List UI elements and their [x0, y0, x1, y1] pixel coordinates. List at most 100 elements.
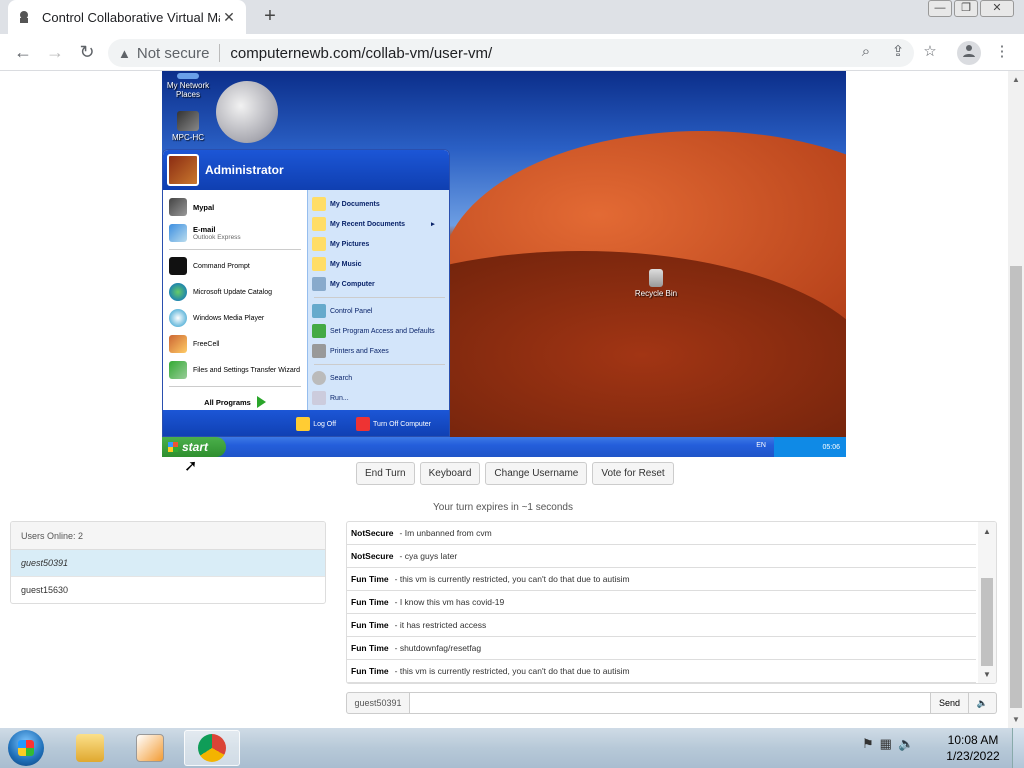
- bookmark-star-icon[interactable]: ☆: [918, 40, 942, 64]
- desktop-icon-label: My Network Places: [166, 81, 210, 99]
- menu-separator: [169, 386, 301, 387]
- media-player-icon: [136, 734, 164, 762]
- recycle-bin-icon: [649, 269, 663, 287]
- vm-controls: End Turn Keyboard Change Username Vote f…: [356, 462, 674, 485]
- start-menu-left-column: Mypal E-mail Outlook Express Command Prom…: [163, 190, 307, 410]
- clock-time: 10:08 AM: [947, 733, 999, 747]
- minimize-button[interactable]: —: [928, 0, 952, 17]
- turn-off-button[interactable]: Turn Off Computer: [356, 417, 441, 431]
- address-toolbar: ← → ↻ ▲ Not secure computernewb.com/coll…: [0, 34, 1024, 71]
- scroll-up-icon[interactable]: ▲: [1012, 75, 1020, 84]
- chat-message: Fun Time - I know this vm has covid-19: [347, 591, 976, 614]
- start-item-media-player[interactable]: Windows Media Player: [163, 305, 307, 331]
- start-item-my-computer[interactable]: My Computer: [308, 274, 449, 294]
- windows-logo-icon: [18, 740, 34, 756]
- keyboard-button[interactable]: Keyboard: [419, 462, 481, 485]
- log-off-button[interactable]: Log Off: [296, 417, 346, 431]
- start-menu-right-column: My Documents My Recent Documents ▸ My Pic…: [307, 190, 449, 410]
- network-icon[interactable]: ▦: [880, 736, 892, 752]
- desktop-icon-label: Recycle Bin: [634, 289, 678, 298]
- command-prompt-icon: [169, 257, 187, 275]
- system-clock[interactable]: 10:08 AM 1/23/2022: [942, 732, 1004, 764]
- chat-input[interactable]: [410, 692, 931, 714]
- start-item-label: My Recent Documents: [330, 220, 406, 228]
- show-desktop-button[interactable]: [1012, 728, 1024, 768]
- start-item-my-documents[interactable]: My Documents: [308, 194, 449, 214]
- chat-panel: NotSecure - Im unbanned from cvm NotSecur…: [346, 521, 997, 684]
- globe-icon: [169, 283, 187, 301]
- speaker-icon[interactable]: 🔈: [898, 736, 914, 752]
- chat-scroll-thumb[interactable]: [981, 578, 993, 666]
- transfer-wizard-icon: [169, 361, 187, 379]
- start-item-label: Control Panel: [330, 307, 373, 315]
- run-icon: [312, 391, 326, 405]
- chat-user: Fun Time: [351, 620, 389, 630]
- start-item-label: My Computer: [330, 280, 375, 288]
- xp-system-tray: 05:06: [774, 437, 846, 457]
- menu-separator: [169, 249, 301, 250]
- all-programs-label: All Programs: [204, 397, 251, 407]
- start-item-mypal[interactable]: Mypal: [163, 194, 307, 220]
- forward-button[interactable]: →: [42, 40, 68, 66]
- reload-button[interactable]: ↻: [74, 40, 100, 66]
- volume-icon[interactable]: 🔈: [969, 692, 997, 714]
- start-item-label: Set Program Access and Defaults: [330, 327, 435, 335]
- start-item-freecell[interactable]: FreeCell: [163, 331, 307, 357]
- start-item-my-music[interactable]: My Music: [308, 254, 449, 274]
- user-list-item[interactable]: guest50391: [11, 550, 325, 577]
- scroll-down-icon[interactable]: ▼: [983, 670, 991, 679]
- taskbar-app-file-explorer[interactable]: [62, 730, 118, 766]
- start-item-label: Printers and Faxes: [330, 347, 389, 355]
- start-item-transfer-wizard[interactable]: Files and Settings Transfer Wizard: [163, 357, 307, 383]
- start-item-control-panel[interactable]: Control Panel: [308, 301, 449, 321]
- user-list-item[interactable]: guest15630: [11, 577, 325, 603]
- chat-message: Fun Time - this vm is currently restricte…: [347, 568, 976, 591]
- menu-dots-icon[interactable]: ⋮: [990, 40, 1014, 64]
- desktop-icon-recycle-bin[interactable]: Recycle Bin: [634, 269, 678, 298]
- tab-strip: Control Collaborative Virtual Mac ✕ + — …: [0, 0, 1024, 34]
- back-button[interactable]: ←: [10, 40, 36, 66]
- share-icon[interactable]: ⇪: [886, 40, 910, 64]
- start-item-search[interactable]: Search: [308, 368, 449, 388]
- new-tab-button[interactable]: +: [258, 5, 282, 29]
- restore-button[interactable]: ❐: [954, 0, 978, 17]
- change-username-button[interactable]: Change Username: [485, 462, 588, 485]
- xp-start-button[interactable]: start: [162, 437, 226, 457]
- vote-reset-button[interactable]: Vote for Reset: [592, 462, 674, 485]
- vm-screen[interactable]: My Network Places MPC-HC Recycle Bin Adm…: [162, 71, 846, 457]
- close-window-button[interactable]: ✕: [980, 0, 1014, 17]
- start-item-recent-documents[interactable]: My Recent Documents ▸: [308, 214, 449, 234]
- taskbar-app-chrome[interactable]: [184, 730, 240, 766]
- page-content: My Network Places MPC-HC Recycle Bin Adm…: [0, 71, 1008, 728]
- end-turn-button[interactable]: End Turn: [356, 462, 415, 485]
- start-item-email[interactable]: E-mail Outlook Express: [163, 220, 307, 246]
- start-item-printers[interactable]: Printers and Faxes: [308, 341, 449, 361]
- taskbar-app-media-player[interactable]: [122, 730, 178, 766]
- start-item-run[interactable]: Run...: [308, 388, 449, 408]
- start-item-label: Search: [330, 374, 353, 382]
- action-center-icon[interactable]: ⚑: [862, 736, 874, 752]
- tab-close-icon[interactable]: ✕: [220, 9, 238, 26]
- omnibox[interactable]: ▲ Not secure computernewb.com/collab-vm/…: [108, 39, 914, 67]
- language-indicator[interactable]: EN: [756, 442, 766, 449]
- page-scrollbar[interactable]: ▲ ▼: [1008, 71, 1024, 728]
- media-player-icon: [169, 309, 187, 327]
- desktop-icon-mpc-hc[interactable]: MPC-HC: [168, 111, 208, 142]
- desktop-icon-network-places[interactable]: My Network Places: [166, 73, 210, 99]
- url-text[interactable]: computernewb.com/collab-vm/user-vm/: [230, 45, 492, 62]
- scroll-down-icon[interactable]: ▼: [1012, 715, 1020, 724]
- start-item-command-prompt[interactable]: Command Prompt: [163, 253, 307, 279]
- send-button[interactable]: Send: [931, 692, 969, 714]
- profile-avatar-icon[interactable]: [957, 41, 981, 65]
- chat-text: this vm is currently restricted, you can…: [399, 574, 630, 584]
- scroll-up-icon[interactable]: ▲: [983, 527, 991, 536]
- zoom-icon[interactable]: ⌕: [854, 40, 878, 64]
- browser-tab[interactable]: Control Collaborative Virtual Mac ✕: [8, 0, 246, 34]
- start-item-my-pictures[interactable]: My Pictures: [308, 234, 449, 254]
- windows-start-orb[interactable]: [8, 730, 44, 766]
- chat-scrollbar[interactable]: ▲ ▼: [978, 522, 996, 683]
- start-item-program-access[interactable]: Set Program Access and Defaults: [308, 321, 449, 341]
- page-scroll-thumb[interactable]: [1010, 266, 1022, 708]
- start-item-update-catalog[interactable]: Microsoft Update Catalog: [163, 279, 307, 305]
- tab-title: Control Collaborative Virtual Mac: [42, 9, 220, 25]
